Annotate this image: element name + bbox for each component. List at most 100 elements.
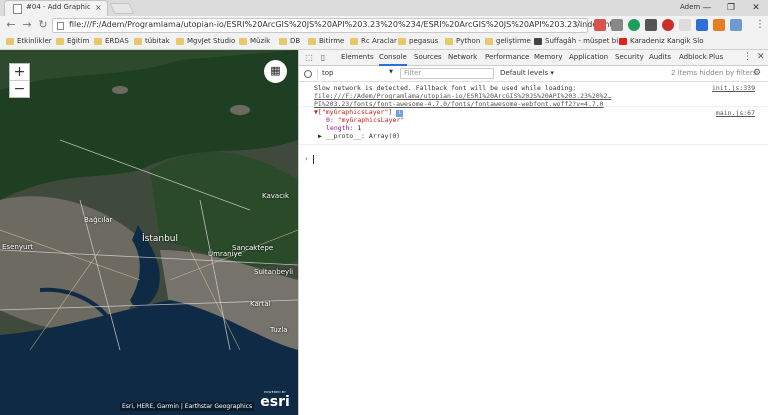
new-tab-button[interactable] xyxy=(109,3,135,14)
tab-application[interactable]: Application xyxy=(569,53,608,61)
bookmark-folder[interactable]: MgvJet Studio xyxy=(176,37,235,48)
map-label: Tuzla xyxy=(270,326,288,334)
folder-icon xyxy=(6,38,14,45)
close-window-button[interactable]: ✕ xyxy=(744,0,768,16)
bookmark-folder[interactable]: geliştirme xyxy=(485,37,531,48)
folder-icon xyxy=(308,38,316,45)
map-icon: ▦ xyxy=(270,64,281,77)
clear-console-icon[interactable] xyxy=(304,70,312,78)
extension-icon[interactable] xyxy=(628,19,640,31)
basemap-toggle-button[interactable]: ▦ xyxy=(264,60,287,83)
warning-text: Slow network is detected. Fallback font … xyxy=(314,84,577,92)
extension-icon[interactable] xyxy=(730,19,742,31)
back-button[interactable]: ← xyxy=(4,18,18,32)
devtools-menu-icon[interactable]: ⋮ xyxy=(743,52,752,62)
bookmark-folder[interactable]: Eğitim xyxy=(56,37,89,48)
source-link[interactable]: init.js:339 xyxy=(712,84,755,92)
bookmark-folder[interactable]: Etkinlikler xyxy=(6,37,52,48)
bookmark-folder[interactable]: Müzik xyxy=(239,37,270,48)
zoom-control: + − xyxy=(9,63,30,98)
gear-icon[interactable]: ⚙ xyxy=(753,68,761,78)
adblock-icon[interactable] xyxy=(662,19,674,31)
console-prompt-icon: › xyxy=(304,154,309,163)
map-label: İstanbul xyxy=(142,234,179,244)
folder-icon xyxy=(350,38,358,45)
device-toolbar-icon[interactable]: ▯ xyxy=(318,53,328,63)
tab-adblock-plus[interactable]: Adblock Plus xyxy=(679,53,723,61)
bookmark-folder[interactable]: pegasus xyxy=(398,37,438,48)
bookmark-link[interactable]: Suffagâh - müspet bi xyxy=(534,37,618,48)
reload-button[interactable]: ↻ xyxy=(36,18,50,32)
url-text[interactable]: file:///F:/Adem/Programlama/utopian-io/E… xyxy=(69,20,623,29)
tab-elements[interactable]: Elements xyxy=(341,53,374,61)
tab-network[interactable]: Network xyxy=(448,53,477,61)
proto-expander[interactable]: ▶ __proto__: Array(0) xyxy=(318,132,400,140)
extension-icon[interactable] xyxy=(645,19,657,31)
bookmark-folder[interactable]: Python xyxy=(445,37,480,48)
browser-menu-icon[interactable]: ⋮ xyxy=(755,19,765,30)
browser-tab[interactable]: #04 - Add Graphics | ESRI × xyxy=(4,0,108,16)
console-input-cursor[interactable] xyxy=(313,155,314,164)
log-levels-dropdown[interactable]: Default levels ▾ xyxy=(500,69,554,77)
map-view[interactable]: + − ▦ İstanbul Sancaktepe Ümraniye Karta… xyxy=(0,50,298,415)
array-entry: 0: "myGraphicsLayer" xyxy=(326,116,405,124)
map-label: Kavacık xyxy=(262,192,290,200)
console-filter-input[interactable]: Filter xyxy=(400,68,494,79)
minimize-button[interactable]: — xyxy=(695,0,719,16)
extension-icon[interactable] xyxy=(679,19,691,31)
extension-icon[interactable] xyxy=(696,19,708,31)
zoom-out-button[interactable]: − xyxy=(10,80,29,97)
bookmark-star-icon[interactable]: ☆ xyxy=(574,19,583,30)
devtools-tabbar: ⬚ ▯ Elements Console Sources Network Per… xyxy=(299,50,768,66)
file-icon xyxy=(57,22,64,30)
bookmark-folder[interactable]: Rc Araclar xyxy=(350,37,397,48)
address-bar[interactable]: file:///F:/Adem/Programlama/utopian-io/E… xyxy=(52,18,623,33)
folder-icon xyxy=(398,38,406,45)
console-message: Slow network is detected. Fallback font … xyxy=(299,82,768,108)
tab-performance[interactable]: Performance xyxy=(485,53,529,61)
map-attribution: Esri, HERE, Garmin | Earthstar Geographi… xyxy=(120,402,255,411)
tab-memory[interactable]: Memory xyxy=(534,53,562,61)
map-label: Kartal xyxy=(250,300,271,308)
console-output[interactable]: Slow network is detected. Fallback font … xyxy=(299,82,768,415)
bookmark-folder[interactable]: tübitak xyxy=(134,37,170,48)
resource-link[interactable]: file:///F:/Adem/Programlama/utopian-io/E… xyxy=(314,92,611,108)
tab-title: #04 - Add Graphics | ESRI xyxy=(26,3,90,11)
folder-icon xyxy=(176,38,184,45)
devtools-close-icon[interactable]: ✕ xyxy=(757,52,765,62)
zoom-in-button[interactable]: + xyxy=(10,64,29,80)
folder-icon xyxy=(445,38,453,45)
map-label: Bağcılar xyxy=(84,216,113,224)
extension-icon[interactable] xyxy=(594,19,606,31)
bookmark-folder[interactable]: DB xyxy=(279,37,300,48)
context-selector[interactable]: top ▼ xyxy=(317,69,397,79)
tab-close-icon[interactable]: × xyxy=(95,3,102,12)
bookmark-link[interactable]: Karadeniz Kangik Slo xyxy=(619,37,704,48)
map-label: Ümraniye xyxy=(208,250,242,258)
chevron-down-icon: ▼ xyxy=(389,69,393,75)
browser-tabstrip: #04 - Add Graphics | ESRI × Adem — ❐ ✕ xyxy=(0,0,768,16)
folder-icon xyxy=(485,38,493,45)
extension-icon[interactable] xyxy=(611,19,623,31)
tab-console[interactable]: Console xyxy=(379,53,407,66)
folder-icon xyxy=(239,38,247,45)
esri-logo: POWERED BY esri xyxy=(257,390,293,412)
satellite-imagery xyxy=(0,50,298,415)
console-toolbar: top ▼ Filter Default levels ▾ 2 items hi… xyxy=(299,66,768,82)
devtools-panel: ⬚ ▯ Elements Console Sources Network Per… xyxy=(298,50,768,415)
bookmark-folder[interactable]: Bitirme xyxy=(308,37,344,48)
extension-icon[interactable] xyxy=(713,19,725,31)
context-value: top xyxy=(322,69,334,77)
folder-icon xyxy=(134,38,142,45)
folder-icon xyxy=(279,38,287,45)
source-link[interactable]: main.js:67 xyxy=(716,109,755,117)
folder-icon xyxy=(56,38,64,45)
tab-sources[interactable]: Sources xyxy=(414,53,442,61)
forward-button[interactable]: → xyxy=(20,18,34,32)
tab-security[interactable]: Security xyxy=(615,53,644,61)
page-icon xyxy=(13,4,22,14)
tab-audits[interactable]: Audits xyxy=(649,53,671,61)
restore-button[interactable]: ❐ xyxy=(719,0,743,16)
inspect-element-icon[interactable]: ⬚ xyxy=(304,53,314,63)
bookmark-folder[interactable]: ERDAS xyxy=(94,37,129,48)
